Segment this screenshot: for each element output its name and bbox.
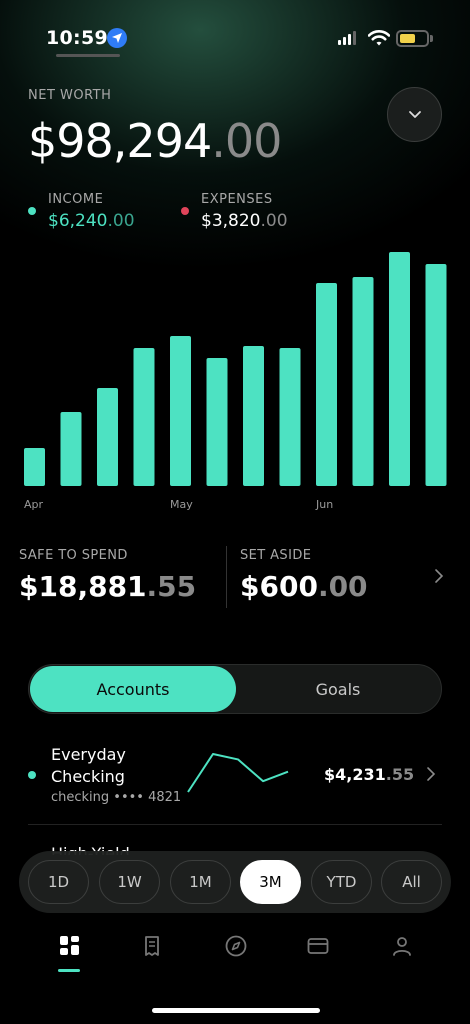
chevron-right-icon[interactable] — [426, 766, 436, 786]
home-indicator — [152, 1008, 320, 1013]
status-underline — [56, 54, 120, 57]
range-1m-button[interactable]: 1M — [170, 860, 231, 904]
account-balance: $4,231.55 — [324, 765, 415, 784]
safe-to-spend-value: $18,881.55 — [19, 570, 197, 603]
net-worth-value: $98,294.00 — [28, 114, 282, 168]
wifi-icon — [367, 29, 391, 51]
month-label: May — [170, 498, 193, 511]
range-ytd-button[interactable]: YTD — [311, 860, 372, 904]
range-all-button[interactable]: All — [381, 860, 442, 904]
dashboard-icon[interactable] — [58, 934, 82, 958]
chart-bar[interactable] — [206, 358, 228, 486]
compass-icon[interactable] — [224, 934, 248, 958]
month-label: Jun — [315, 498, 333, 511]
net-worth-dropdown-button[interactable] — [387, 87, 442, 142]
range-1w-button[interactable]: 1W — [99, 860, 160, 904]
status-time: 10:59 — [46, 27, 108, 49]
expenses-label: EXPENSES — [201, 192, 273, 207]
chart-bar[interactable] — [279, 348, 301, 486]
net-worth-bar-chart[interactable]: Apr May Jun — [0, 240, 470, 520]
chart-bar[interactable] — [60, 412, 82, 486]
income-dot — [28, 207, 36, 215]
card-icon[interactable] — [306, 934, 330, 958]
account-subtitle: checking •••• 4821 — [51, 790, 182, 805]
vertical-divider — [226, 546, 227, 608]
chart-bar[interactable] — [352, 277, 374, 486]
chart-bar[interactable] — [170, 336, 191, 486]
safe-to-spend-label: SAFE TO SPEND — [19, 548, 128, 563]
chart-bar[interactable] — [389, 252, 410, 486]
chart-bar[interactable] — [425, 264, 447, 486]
set-aside-value[interactable]: $600.00 — [240, 570, 368, 603]
row-divider — [28, 824, 442, 825]
set-aside-label: SET ASIDE — [240, 548, 312, 563]
chevron-right-icon[interactable] — [434, 568, 444, 588]
sparkline-path — [187, 753, 289, 793]
battery-icon — [396, 30, 429, 47]
range-3m-button[interactable]: 3M — [240, 860, 301, 904]
chevron-down-icon — [408, 111, 421, 118]
chart-bar[interactable] — [24, 448, 45, 486]
expenses-dot — [181, 207, 189, 215]
receipt-icon[interactable] — [140, 934, 164, 958]
account-dot — [28, 771, 36, 779]
profile-icon[interactable] — [390, 934, 414, 958]
month-label: Apr — [24, 498, 44, 511]
cellular-signal-icon — [338, 31, 356, 45]
net-worth-label: NET WORTH — [28, 88, 112, 103]
income-value: $6,240.00 — [48, 211, 135, 231]
account-sparkline — [187, 753, 289, 793]
chart-bar[interactable] — [97, 388, 118, 486]
tab-accounts[interactable]: Accounts — [30, 666, 236, 712]
range-1d-button[interactable]: 1D — [28, 860, 89, 904]
income-label: INCOME — [48, 192, 104, 207]
expenses-value: $3,820.00 — [201, 211, 288, 231]
chart-bar[interactable] — [133, 348, 155, 486]
chart-bar[interactable] — [316, 283, 337, 486]
active-tab-indicator — [58, 969, 80, 972]
account-name[interactable]: Everyday Checking — [51, 744, 191, 788]
location-icon — [107, 28, 127, 48]
battery-nub — [430, 35, 433, 42]
chart-bar[interactable] — [243, 346, 264, 486]
tab-goals[interactable]: Goals — [236, 666, 440, 712]
